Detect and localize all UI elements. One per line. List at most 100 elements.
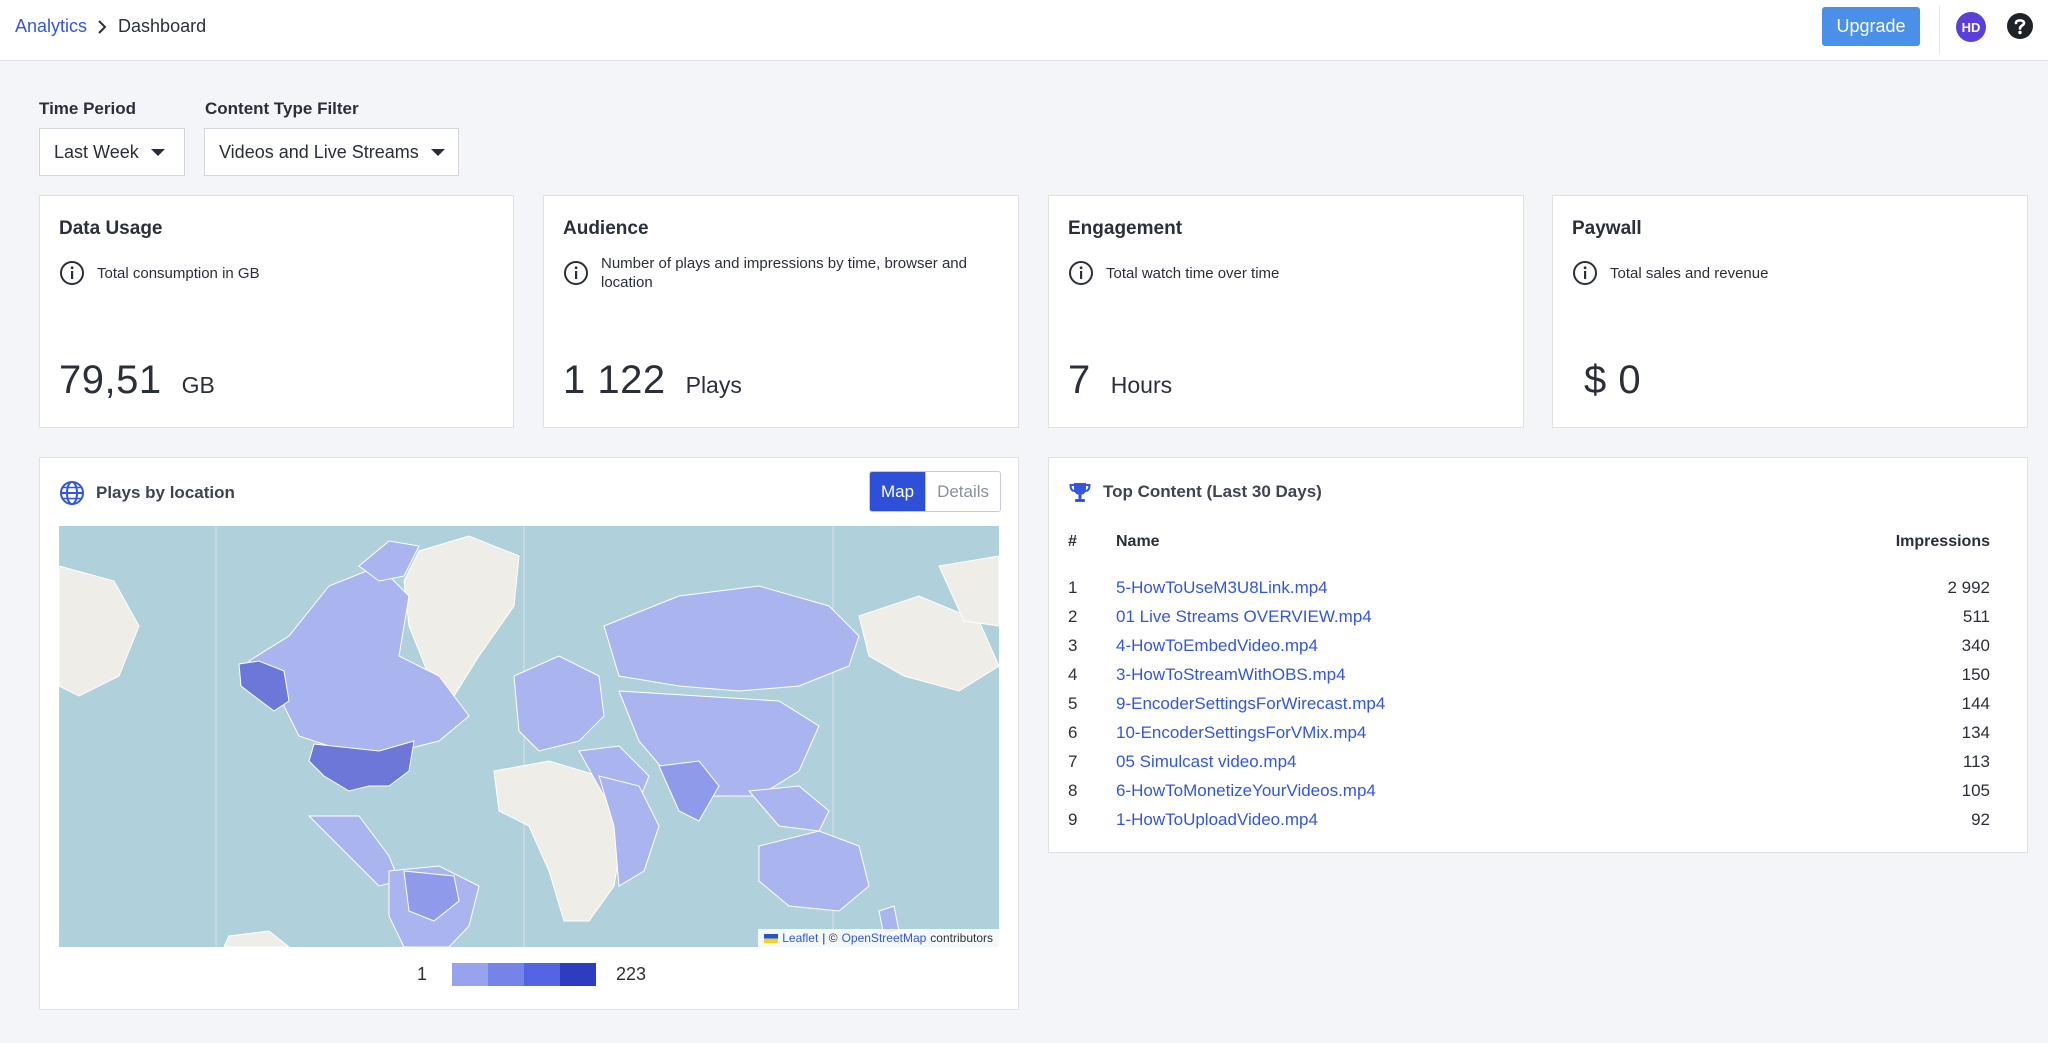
engagement-card[interactable]: Engagement Total watch time over time 7 … — [1048, 195, 1524, 428]
info-icon — [1573, 261, 1597, 285]
card-info: Number of plays and impressions by time,… — [563, 255, 983, 292]
legend-scale — [452, 963, 597, 986]
content-link[interactable]: 05 Simulcast video.mp4 — [1116, 752, 1850, 772]
map-attribution: Leaflet | © OpenStreetMap contributors — [758, 929, 999, 947]
table-row: 7 05 Simulcast video.mp4 113 — [1068, 747, 1990, 776]
content-link[interactable]: 9-EncoderSettingsForWirecast.mp4 — [1116, 694, 1850, 714]
content-type-select[interactable]: Videos and Live Streams — [204, 128, 459, 176]
column-header-rank: # — [1068, 533, 1077, 550]
metric-value: 1 122 — [563, 358, 666, 402]
time-period-value: Last Week — [54, 141, 139, 162]
row-rank: 4 — [1068, 665, 1078, 685]
details-toggle-button[interactable]: Details — [925, 472, 1001, 511]
trophy-icon — [1069, 483, 1091, 502]
column-header-impressions: Impressions — [1895, 533, 1990, 550]
content-link[interactable]: 3-HowToStreamWithOBS.mp4 — [1116, 665, 1850, 685]
content-link[interactable]: 01 Live Streams OVERVIEW.mp4 — [1116, 607, 1850, 627]
legend-min: 1 — [417, 964, 428, 984]
metric-value: $ 0 — [1584, 358, 1642, 402]
content-link[interactable]: 5-HowToUseM3U8Link.mp4 — [1116, 578, 1850, 598]
card-title: Audience — [563, 218, 649, 239]
content-type-label: Content Type Filter — [205, 99, 359, 118]
card-description: Total sales and revenue — [1610, 265, 1769, 282]
region-asia — [618, 690, 820, 797]
card-description: Total consumption in GB — [97, 265, 260, 282]
info-icon — [60, 261, 84, 285]
card-description: Number of plays and impressions by time,… — [601, 255, 967, 291]
metric: 79,51 GB — [59, 358, 215, 403]
table-row: 3 4-HowToEmbedVideo.mp4 340 — [1068, 632, 1990, 661]
panel-header: Top Content (Last 30 Days) — [1068, 480, 1322, 504]
content-link[interactable]: 4-HowToEmbedVideo.mp4 — [1116, 636, 1850, 656]
info-icon — [1069, 261, 1093, 285]
row-rank: 5 — [1068, 694, 1078, 713]
content-link[interactable]: 1-HowToUploadVideo.mp4 — [1116, 810, 1850, 830]
metric-value: 79,51 — [59, 358, 162, 402]
table-row: 6 10-EncoderSettingsForVMix.mp4 134 — [1068, 718, 1990, 747]
region-mexico-central — [307, 815, 400, 887]
row-rank: 7 — [1068, 751, 1078, 771]
map-legend: 1 223 — [417, 963, 646, 986]
card-description: Total watch time over time — [1106, 265, 1280, 282]
legend-swatch — [488, 963, 525, 986]
top-content-panel: Top Content (Last 30 Days) # Name Impres… — [1048, 457, 2028, 853]
card-info: Total sales and revenue — [1572, 260, 1768, 286]
row-rank: 1 — [1068, 578, 1078, 598]
card-info: Total consumption in GB — [59, 260, 260, 286]
row-rank: 6 — [1068, 722, 1078, 742]
row-impressions: 2 992 — [1947, 578, 1990, 598]
avatar[interactable]: HD — [1956, 12, 1986, 42]
table-header: # Name Impressions — [1068, 528, 1990, 556]
legend-swatch — [524, 963, 561, 986]
card-title: Paywall — [1572, 218, 1642, 239]
land-antarctic-isle — [223, 930, 290, 947]
legend-max: 223 — [616, 964, 647, 984]
panel-title: Plays by location — [96, 483, 235, 502]
data-usage-card[interactable]: Data Usage Total consumption in GB 79,51… — [39, 195, 514, 428]
row-impressions: 144 — [1961, 694, 1990, 713]
table-row: 5 9-EncoderSettingsForWirecast.mp4 144 — [1068, 690, 1990, 719]
world-map[interactable]: Leaflet | © OpenStreetMap contributors — [59, 526, 999, 947]
globe-icon — [60, 481, 84, 505]
table-row: 1 5-HowToUseM3U8Link.mp4 2 992 — [1068, 574, 1990, 603]
column-header-name: Name — [1116, 533, 1160, 550]
attribution-separator: | © — [822, 931, 838, 945]
top-content-table: # Name Impressions 1 5-HowToUseM3U8Link.… — [1068, 528, 1990, 834]
legend-swatch — [452, 963, 489, 986]
row-impressions: 113 — [1962, 751, 1990, 771]
top-bar: Analytics Dashboard Upgrade HD — [0, 0, 2048, 61]
row-impressions: 92 — [1971, 809, 1990, 829]
metric: 1 122 Plays — [563, 358, 742, 403]
row-impressions: 105 — [1961, 780, 1990, 800]
help-icon[interactable] — [2006, 12, 2034, 40]
metric: $ 0 — [1584, 358, 1641, 403]
time-period-select[interactable]: Last Week — [39, 128, 185, 176]
chevron-right-icon — [98, 19, 107, 34]
upgrade-button[interactable]: Upgrade — [1822, 7, 1920, 46]
metric-unit: Plays — [685, 372, 742, 398]
openstreetmap-link[interactable]: OpenStreetMap — [842, 931, 927, 945]
row-impressions: 134 — [1961, 722, 1990, 742]
row-impressions: 511 — [1962, 607, 1990, 627]
world-map-canvas — [59, 526, 999, 947]
content-link[interactable]: 6-HowToMonetizeYourVideos.mp4 — [1116, 781, 1850, 801]
audience-card[interactable]: Audience Number of plays and impressions… — [543, 195, 1019, 428]
attribution-suffix: contributors — [930, 931, 993, 945]
content-type-value: Videos and Live Streams — [219, 141, 419, 162]
row-rank: 8 — [1068, 780, 1078, 800]
caret-down-icon — [430, 148, 445, 156]
table-row: 2 01 Live Streams OVERVIEW.mp4 511 — [1068, 603, 1990, 632]
metric: 7 Hours — [1068, 358, 1172, 403]
breadcrumb-analytics-link[interactable]: Analytics — [15, 16, 87, 37]
content-link[interactable]: 10-EncoderSettingsForVMix.mp4 — [1116, 723, 1850, 743]
paywall-card[interactable]: Paywall Total sales and revenue $ 0 — [1552, 195, 2028, 428]
card-info: Total watch time over time — [1068, 260, 1279, 286]
row-impressions: 340 — [1961, 636, 1990, 656]
metric-unit: Hours — [1110, 372, 1173, 398]
map-toggle-button[interactable]: Map — [870, 472, 926, 511]
plays-by-location-panel: Plays by location Map Details Leaflet | … — [39, 457, 1019, 1010]
row-rank: 2 — [1068, 607, 1078, 627]
leaflet-link[interactable]: Leaflet — [782, 931, 818, 945]
header-divider — [1939, 6, 1940, 54]
region-europe — [513, 655, 605, 752]
